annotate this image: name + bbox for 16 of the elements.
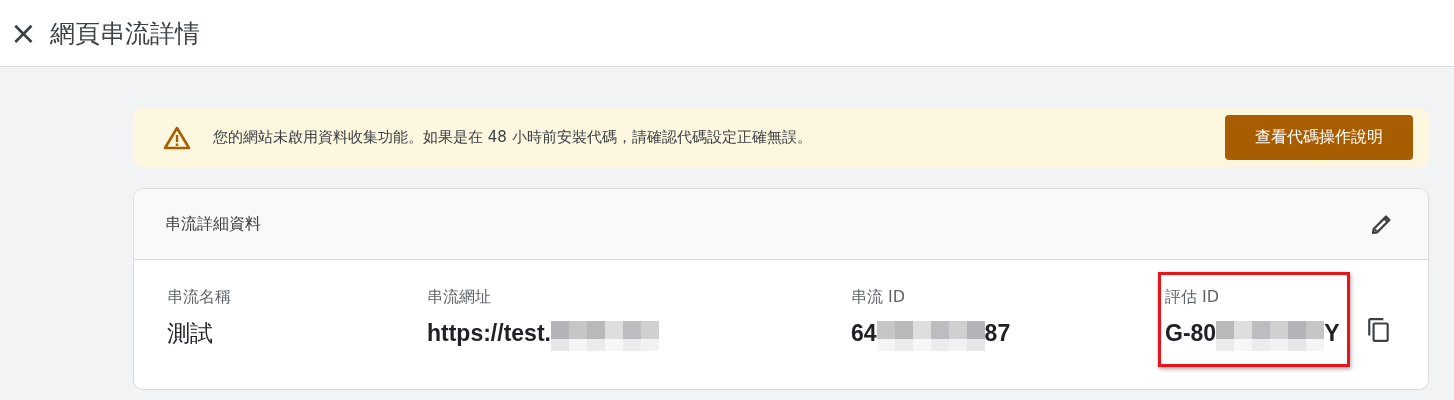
field-value: G-80 [1165, 319, 1217, 347]
field-value: 測試 [167, 318, 213, 348]
warning-icon [163, 125, 191, 150]
field-label: 串流網址 [427, 287, 492, 308]
alert-message: 您的網站未啟用資料收集功能。如果是在 48 小時前安裝代碼，請確認代碼設定正確無誤。 [213, 128, 813, 147]
field-label: 串流名稱 [167, 287, 231, 308]
card-title: 串流詳細資料 [165, 213, 261, 235]
field-value: https://test. [427, 319, 551, 347]
field-label: 串流 ID [851, 287, 907, 308]
page-title: 網頁串流詳情 [50, 17, 200, 50]
field-value: Y [1324, 319, 1340, 347]
field-value: 87 [984, 319, 1011, 347]
field-value: 64 [851, 319, 877, 347]
view-instructions-button[interactable]: 查看代碼操作說明 [1225, 115, 1413, 160]
field-label: 評估 ID [1165, 287, 1221, 308]
close-icon[interactable]: × [10, 17, 34, 49]
